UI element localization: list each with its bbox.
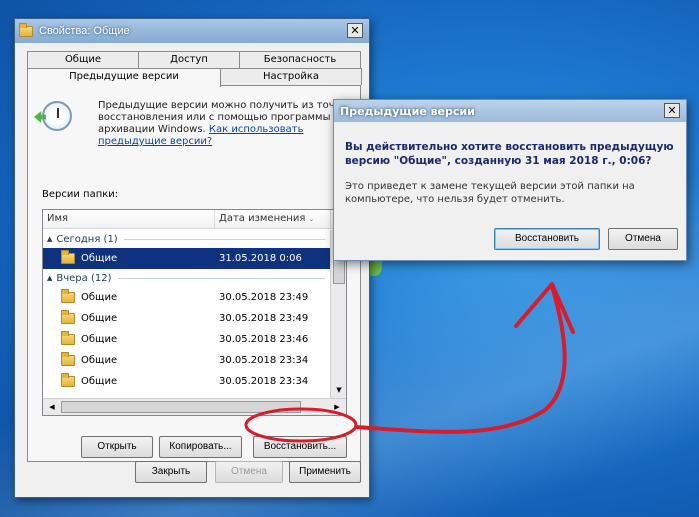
group-label: Сегодня (1) <box>56 233 118 245</box>
folder-versions-label: Версии папки: <box>42 189 119 200</box>
folder-icon <box>61 310 75 324</box>
column-date-header[interactable]: Дата изменения ⌄ <box>215 210 331 228</box>
item-name-cell: Общие <box>43 331 215 345</box>
list-header: Имя Дата изменения ⌄ <box>43 210 346 229</box>
item-date: 30.05.2018 23:34 <box>219 376 309 387</box>
tab-row-1: Общие Доступ Безопасность <box>27 51 361 68</box>
list-item[interactable]: Общие 31.05.2018 0:06 <box>43 248 331 269</box>
item-name: Общие <box>81 313 118 324</box>
list-item[interactable]: Общие 30.05.2018 23:49 <box>43 287 331 308</box>
item-date: 30.05.2018 23:49 <box>219 313 309 324</box>
dialog-question: Вы действительно хотите восстановить пре… <box>345 141 674 167</box>
title-bar: Свойства: Общие ✕ <box>15 19 369 43</box>
tab-strip: Общие Доступ Безопасность Предыдущие вер… <box>27 51 362 87</box>
tab-customize[interactable]: Настройка <box>220 68 362 85</box>
list-body: ▲ Сегодня (1) Общие 31.05.2018 0:06 ▲ Вч… <box>43 230 331 398</box>
item-name: Общие <box>81 334 118 345</box>
sort-chevron-icon: ⌄ <box>308 215 315 223</box>
column-date-label: Дата изменения <box>219 213 306 224</box>
copy-button[interactable]: Копировать... <box>159 436 242 458</box>
dialog-description: Это приведет к замене текущей версии это… <box>345 181 635 205</box>
column-name-header[interactable]: Имя <box>43 210 215 228</box>
group-divider <box>117 277 325 279</box>
scroll-left-arrow-icon[interactable]: ◀ <box>46 401 58 413</box>
close-dialog-button[interactable]: Закрыть <box>135 461 207 483</box>
list-item[interactable]: Общие 30.05.2018 23:34 <box>43 350 331 371</box>
item-date: 30.05.2018 23:34 <box>219 355 309 366</box>
open-button[interactable]: Открыть <box>81 436 153 458</box>
close-button[interactable]: ✕ <box>347 23 363 38</box>
scroll-right-arrow-icon[interactable]: ▶ <box>331 401 343 413</box>
collapse-triangle-icon: ▲ <box>47 274 53 282</box>
item-date: 30.05.2018 23:49 <box>219 292 309 303</box>
restore-confirm-dialog: Предыдущие версии ✕ Вы действительно хот… <box>333 99 687 261</box>
item-name: Общие <box>81 376 118 387</box>
properties-window: Свойства: Общие ✕ Общие Доступ Безопасно… <box>14 18 370 498</box>
folder-icon <box>61 331 75 345</box>
tab-previous-versions[interactable]: Предыдущие версии <box>27 68 221 87</box>
list-item[interactable]: Общие 30.05.2018 23:34 <box>43 371 331 392</box>
folder-icon <box>19 22 33 37</box>
window-title: Свойства: Общие <box>39 25 130 37</box>
item-name-cell: Общие <box>43 352 215 366</box>
item-date: 30.05.2018 23:46 <box>219 334 309 345</box>
folder-icon <box>61 289 75 303</box>
item-name-cell: Общие <box>43 373 215 387</box>
scroll-down-arrow-icon[interactable]: ▼ <box>333 384 345 396</box>
red-arrow-head <box>514 282 575 334</box>
item-name: Общие <box>81 355 118 366</box>
horizontal-scroll-thumb[interactable] <box>61 401 301 413</box>
item-date: 31.05.2018 0:06 <box>219 253 302 264</box>
dialog-title-bar: Предыдущие версии ✕ <box>334 100 686 122</box>
restore-button[interactable]: Восстановить... <box>253 436 347 458</box>
item-name: Общие <box>81 253 118 264</box>
item-name-cell: Общие <box>43 250 215 264</box>
item-name: Общие <box>81 292 118 303</box>
group-label: Вчера (12) <box>56 272 112 284</box>
tab-sharing[interactable]: Доступ <box>138 51 240 68</box>
dialog-cancel-button[interactable]: Отмена <box>608 228 678 250</box>
folder-icon <box>61 373 75 387</box>
dialog-title: Предыдущие версии <box>340 104 475 118</box>
tab-general[interactable]: Общие <box>27 51 139 68</box>
horizontal-scrollbar[interactable]: ◀ ▶ <box>43 398 346 415</box>
cancel-button[interactable]: Отмена <box>215 461 283 483</box>
tab-security[interactable]: Безопасность <box>239 51 361 68</box>
folder-icon <box>61 352 75 366</box>
list-item[interactable]: Общие 30.05.2018 23:46 <box>43 329 331 350</box>
tab-row-2: Предыдущие версии Настройка <box>27 68 362 87</box>
red-arrow-shaft <box>354 284 567 434</box>
collapse-triangle-icon: ▲ <box>47 235 53 243</box>
restore-clock-icon <box>42 101 72 131</box>
list-item[interactable]: Общие 30.05.2018 23:49 <box>43 308 331 329</box>
item-name-cell: Общие <box>43 289 215 303</box>
folder-icon <box>61 250 75 264</box>
previous-versions-panel: Предыдущие версии можно получить из точе… <box>27 85 361 462</box>
group-divider <box>123 238 325 240</box>
group-header-yesterday[interactable]: ▲ Вчера (12) <box>43 269 331 287</box>
versions-list[interactable]: Имя Дата изменения ⌄ ▲ Сегодня (1) Общие… <box>42 209 347 416</box>
dialog-restore-button[interactable]: Восстановить <box>494 228 600 250</box>
group-header-today[interactable]: ▲ Сегодня (1) <box>43 230 331 248</box>
dialog-close-button[interactable]: ✕ <box>664 103 680 118</box>
info-text-block: Предыдущие версии можно получить из точе… <box>98 100 348 148</box>
item-name-cell: Общие <box>43 310 215 324</box>
apply-button[interactable]: Применить <box>289 461 361 483</box>
